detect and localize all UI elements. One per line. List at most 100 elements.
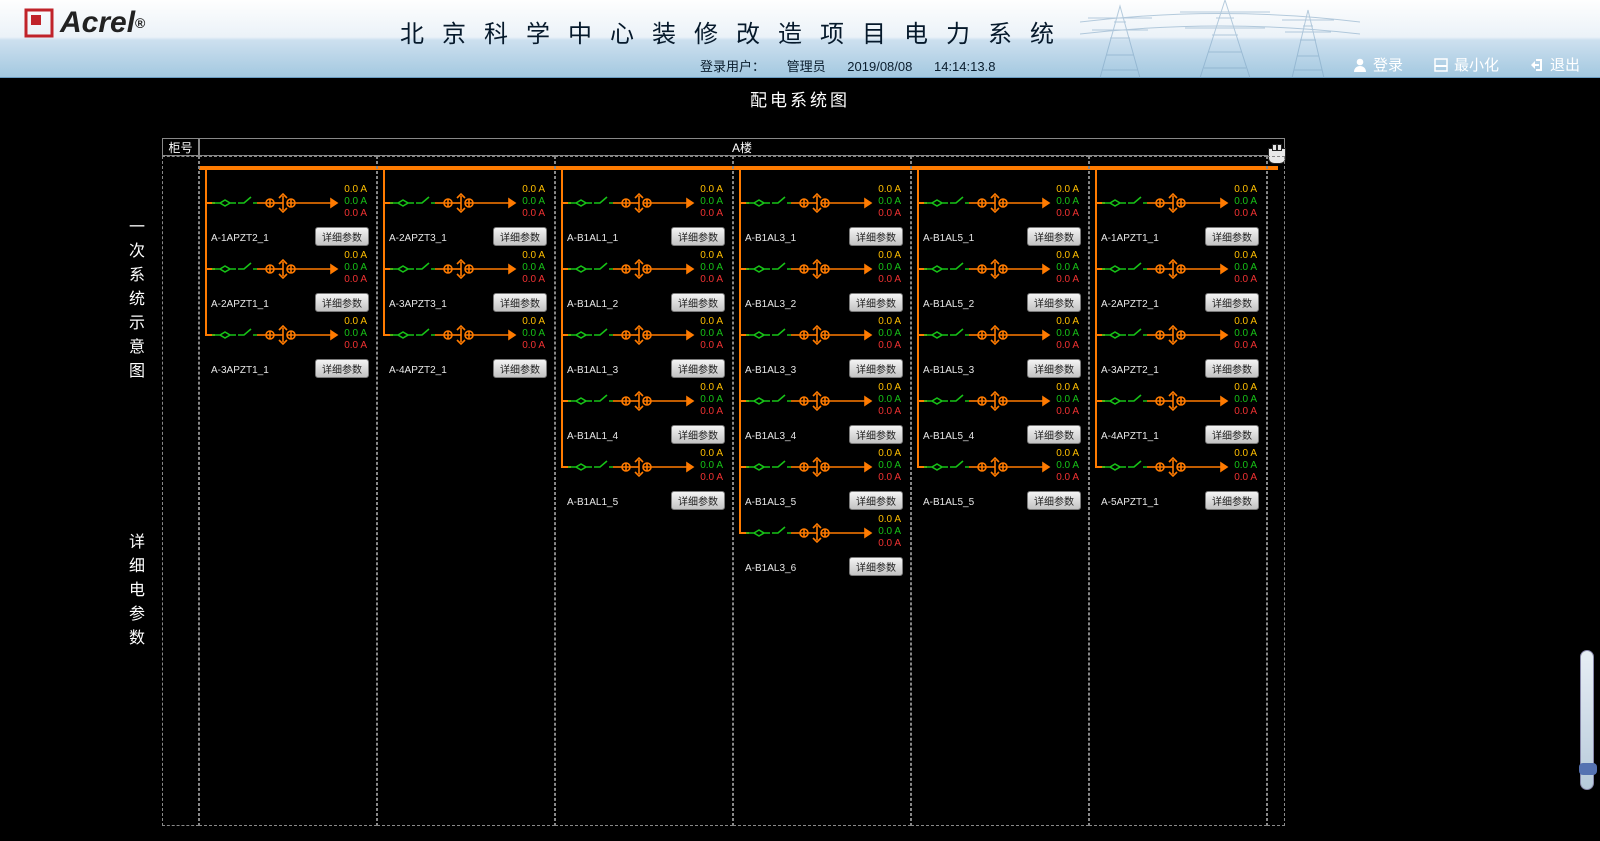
detail-button[interactable]: 详细参数 [1027, 293, 1081, 312]
side-label-schematic: 一次系统示意图 [122, 218, 146, 386]
exit-button[interactable]: 退出 [1529, 54, 1580, 75]
feeder-label: A-B1AL3_4 [745, 431, 796, 442]
phase-readings: 0.0 A0.0 A0.0 A [1234, 382, 1257, 418]
feeder-branch: 0.0 A0.0 A0.0 A A-1APZT2_1 详细参数 [199, 182, 377, 248]
phase-readings: 0.0 A0.0 A0.0 A [700, 316, 723, 352]
phase-readings: 0.0 A0.0 A0.0 A [1056, 316, 1079, 352]
feeder-branch: 0.0 A0.0 A0.0 AA-B1AL3_1详细参数 [733, 182, 911, 248]
feeder-branch: 0.0 A0.0 A0.0 AA-3APZT2_1详细参数 [1089, 314, 1267, 380]
feeder-branch: 0.0 A0.0 A0.0 A A-2APZT2_1 详细参数 [1089, 248, 1267, 314]
login-button[interactable]: 登录 [1352, 54, 1403, 75]
feeder-branch: 0.0 A0.0 A0.0 A A-B1AL5_3 详细参数 [911, 314, 1089, 380]
side-label-params: 详细电参数 [122, 533, 146, 653]
feeder-branch: 0.0 A0.0 A0.0 A A-B1AL1_3 详细参数 [555, 314, 733, 380]
detail-button[interactable]: 详细参数 [315, 359, 369, 378]
feeder-branch: 0.0 A0.0 A0.0 AA-B1AL3_6详细参数 [733, 512, 911, 578]
diagram-title: 配电系统图 [0, 86, 1600, 111]
feeder-branch: 0.0 A0.0 A0.0 AA-B1AL1_4详细参数 [555, 380, 733, 446]
feeder-label: A-B1AL3_1 [745, 233, 796, 244]
detail-button[interactable]: 详细参数 [671, 359, 725, 378]
current-user: 管理员 [787, 59, 826, 74]
detail-button[interactable]: 详细参数 [849, 491, 903, 510]
feeder-branch: 0.0 A0.0 A0.0 A A-1APZT1_1 详细参数 [1089, 182, 1267, 248]
detail-button[interactable]: 详细参数 [1205, 491, 1259, 510]
minimize-button[interactable]: 最小化 [1433, 54, 1499, 75]
detail-button[interactable]: 详细参数 [671, 293, 725, 312]
detail-button[interactable]: 详细参数 [849, 557, 903, 576]
feeder-branch: 0.0 A0.0 A0.0 AA-B1AL1_2详细参数 [555, 248, 733, 314]
phase-readings: 0.0 A0.0 A0.0 A [522, 316, 545, 352]
brand-logo: Acrel® [24, 6, 145, 40]
detail-button[interactable]: 详细参数 [849, 425, 903, 444]
feeder-label: A-B1AL1_3 [567, 365, 618, 376]
feeder-label: A-2APZT1_1 [211, 299, 269, 310]
feeder-label: A-B1AL3_5 [745, 497, 796, 508]
detail-button[interactable]: 详细参数 [1205, 227, 1259, 246]
vertical-slider[interactable] [1580, 650, 1594, 790]
current-time: 14:14:13.8 [934, 59, 995, 74]
feeder-branch: 0.0 A0.0 A0.0 AA-4APZT1_1详细参数 [1089, 380, 1267, 446]
detail-button[interactable]: 详细参数 [849, 293, 903, 312]
feeder-branch: 0.0 A0.0 A0.0 A A-B1AL3_2 详细参数 [733, 248, 911, 314]
login-label: 登录用户： [700, 59, 765, 74]
phase-readings: 0.0 A0.0 A0.0 A [878, 316, 901, 352]
detail-button[interactable]: 详细参数 [671, 491, 725, 510]
feeder-branch: 0.0 A0.0 A0.0 AA-B1AL5_4详细参数 [911, 380, 1089, 446]
exit-icon [1529, 57, 1545, 73]
feeder-branch: 0.0 A0.0 A0.0 AA-B1AL5_1详细参数 [911, 182, 1089, 248]
detail-button[interactable]: 详细参数 [671, 227, 725, 246]
feeder-branch: 0.0 A0.0 A0.0 AA-3APZT1_1详细参数 [199, 314, 377, 380]
phase-readings: 0.0 A0.0 A0.0 A [1056, 382, 1079, 418]
detail-button[interactable]: 详细参数 [1205, 293, 1259, 312]
feeder-label: A-B1AL5_1 [923, 233, 974, 244]
feeder-label: A-B1AL1_4 [567, 431, 618, 442]
phase-readings: 0.0 A0.0 A0.0 A [878, 382, 901, 418]
detail-button[interactable]: 详细参数 [849, 359, 903, 378]
feeder-branch: 0.0 A0.0 A0.0 A A-B1AL3_4 详细参数 [733, 380, 911, 446]
feeder-label: A-3APZT2_1 [1101, 365, 1159, 376]
phase-readings: 0.0 A0.0 A0.0 A [522, 250, 545, 286]
detail-button[interactable]: 详细参数 [1027, 227, 1081, 246]
feeder-label: A-B1AL5_5 [923, 497, 974, 508]
cabinet-number-header: 柜号 [162, 138, 199, 156]
feeder-label: A-1APZT2_1 [211, 233, 269, 244]
detail-button[interactable]: 详细参数 [849, 227, 903, 246]
phase-readings: 0.0 A0.0 A0.0 A [1234, 184, 1257, 220]
detail-button[interactable]: 详细参数 [315, 293, 369, 312]
phase-readings: 0.0 A0.0 A0.0 A [522, 184, 545, 220]
feeder-branch: 0.0 A0.0 A0.0 AA-B1AL5_2详细参数 [911, 248, 1089, 314]
feeder-branch: 0.0 A0.0 A0.0 AA-3APZT3_1详细参数 [377, 248, 555, 314]
diagram-canvas: 柜号 A楼 一次系统示意图 详细电参数 0.0 A0.0 A0.0 AA-1AP… [162, 138, 1462, 828]
feeder-branch: 0.0 A0.0 A0.0 A A-B1AL1_1 详细参数 [555, 182, 733, 248]
detail-button[interactable]: 详细参数 [493, 227, 547, 246]
feeder-label: A-1APZT1_1 [1101, 233, 1159, 244]
detail-button[interactable]: 详细参数 [671, 425, 725, 444]
feeder-label: A-2APZT3_1 [389, 233, 447, 244]
detail-button[interactable]: 详细参数 [493, 359, 547, 378]
detail-button[interactable]: 详细参数 [1205, 359, 1259, 378]
phase-readings: 0.0 A0.0 A0.0 A [1234, 250, 1257, 286]
detail-button[interactable]: 详细参数 [1027, 425, 1081, 444]
feeder-branch: 0.0 A0.0 A0.0 AA-B1AL3_5详细参数 [733, 446, 911, 512]
detail-button[interactable]: 详细参数 [1027, 491, 1081, 510]
feeder-label: A-B1AL1_1 [567, 233, 618, 244]
phase-readings: 0.0 A0.0 A0.0 A [1056, 448, 1079, 484]
detail-button[interactable]: 详细参数 [1027, 359, 1081, 378]
feeder-label: A-B1AL3_2 [745, 299, 796, 310]
detail-button[interactable]: 详细参数 [315, 227, 369, 246]
minimize-icon [1433, 57, 1449, 73]
feeder-label: A-B1AL5_3 [923, 365, 974, 376]
feeder-branch: 0.0 A0.0 A0.0 A A-B1AL5_5 详细参数 [911, 446, 1089, 512]
phase-readings: 0.0 A0.0 A0.0 A [344, 184, 367, 220]
phase-readings: 0.0 A0.0 A0.0 A [344, 250, 367, 286]
phase-readings: 0.0 A0.0 A0.0 A [878, 250, 901, 286]
feeder-label: A-2APZT2_1 [1101, 299, 1159, 310]
feeder-branch: 0.0 A0.0 A0.0 A A-2APZT3_1 详细参数 [377, 182, 555, 248]
phase-readings: 0.0 A0.0 A0.0 A [344, 316, 367, 352]
detail-button[interactable]: 详细参数 [493, 293, 547, 312]
phase-readings: 0.0 A0.0 A0.0 A [700, 184, 723, 220]
feeder-branch: 0.0 A0.0 A0.0 A A-2APZT1_1 详细参数 [199, 248, 377, 314]
feeder-branch: 0.0 A0.0 A0.0 AA-4APZT2_1详细参数 [377, 314, 555, 380]
left-margin-cell [162, 156, 199, 826]
detail-button[interactable]: 详细参数 [1205, 425, 1259, 444]
